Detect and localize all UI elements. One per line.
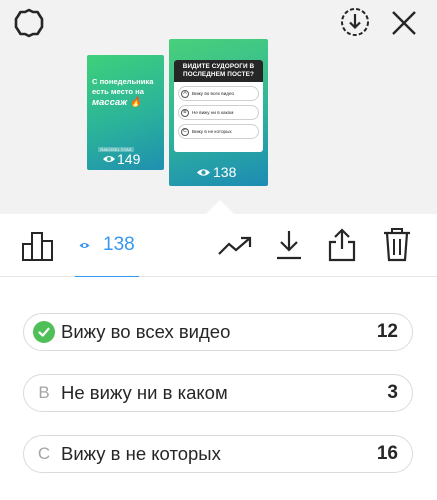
eye-icon (103, 156, 115, 162)
poll-sticker: ВИДИТЕ СУДОРОГИ В ПОСЛЕДНЕМ ПОСТЕ? A Виж… (174, 60, 263, 152)
poll-result-letter: C (37, 444, 51, 463)
story-1-view-count: 149 (102, 151, 140, 167)
save-icon[interactable] (275, 229, 303, 261)
poll-option-c: C Вижу в не которых (178, 124, 259, 139)
story-1-caption: С понедельника есть место на массаж 🔥 (92, 77, 154, 108)
poll-option-b: B Не вижу ни в каком (178, 105, 259, 120)
trending-icon[interactable] (217, 235, 253, 257)
story-2-view-count: 138 (196, 164, 236, 180)
poll-result-label: Не вижу ни в каком (61, 382, 228, 403)
eye-icon (197, 168, 210, 176)
poll-result-count: 12 (376, 321, 398, 342)
poll-result-row: C Вижу в не которых 16 (23, 435, 413, 473)
story-stats-toolbar: 138 (0, 214, 437, 277)
poll-result-letter: B (38, 383, 50, 402)
poll-result-label: Вижу во всех видео (61, 321, 231, 342)
share-icon[interactable] (327, 227, 357, 263)
gear-icon[interactable] (12, 6, 46, 40)
poll-question: ВИДИТЕ СУДОРОГИ В ПОСЛЕДНЕМ ПОСТЕ? (174, 60, 263, 82)
viewers-count: 138 (103, 234, 135, 255)
check-icon (33, 321, 55, 343)
poll-result-count: 16 (376, 443, 398, 464)
close-icon[interactable] (390, 9, 418, 37)
poll-result-row: B Не вижу ни в каком 3 (23, 374, 413, 412)
download-circle-icon[interactable] (339, 6, 371, 38)
active-tab-indicator (75, 276, 139, 277)
trash-icon[interactable] (382, 227, 412, 263)
selected-story-pointer (206, 200, 234, 214)
story-thumbnail-2[interactable]: ВИДИТЕ СУДОРОГИ В ПОСЛЕДНЕМ ПОСТЕ? A Виж… (169, 39, 268, 186)
poll-result-count: 3 (387, 382, 398, 403)
bar-chart-icon[interactable] (21, 230, 55, 262)
poll-result-row: Вижу во всех видео 12 (23, 313, 413, 351)
poll-option-a: A Вижу во всех видео (178, 86, 259, 101)
story-thumbnail-1[interactable]: С понедельника есть место на массаж 🔥 RA… (87, 55, 164, 170)
viewers-tab[interactable]: 138 (79, 234, 135, 256)
poll-result-label: Вижу в не которых (61, 443, 221, 464)
eye-icon (79, 242, 90, 248)
